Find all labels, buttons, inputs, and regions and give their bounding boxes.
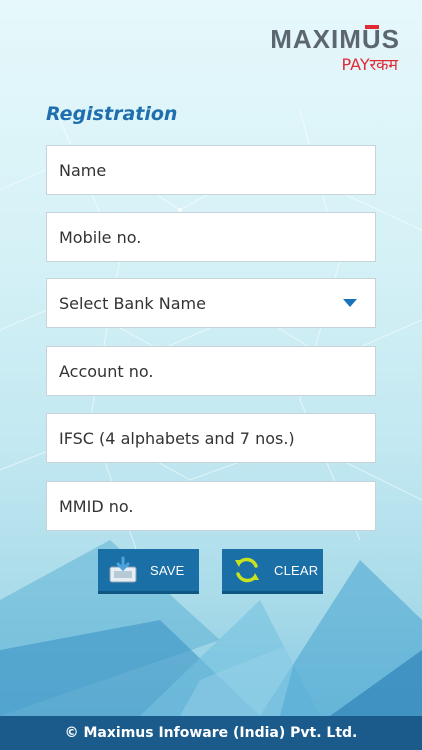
page-title: Registration <box>46 103 178 125</box>
brand-logo: MAXIMUS PAYरकम <box>270 25 400 75</box>
clear-button-label: CLEAR <box>274 562 319 578</box>
save-button-label: SAVE <box>150 562 185 578</box>
footer-copyright: © Maximus Infoware (India) Pvt. Ltd. <box>0 716 422 750</box>
account-input[interactable] <box>59 347 375 395</box>
mobile-field-container <box>46 212 376 262</box>
save-disk-icon <box>109 556 137 583</box>
brand-name: MAXIMUS <box>270 24 400 54</box>
clear-button[interactable]: CLEAR <box>222 549 323 594</box>
mmid-field-container <box>46 481 376 531</box>
ifsc-field-container <box>46 413 376 463</box>
brand-subtitle: PAYरकम <box>341 55 398 74</box>
mmid-input[interactable] <box>59 482 375 530</box>
account-field-container <box>46 346 376 396</box>
bank-select[interactable]: Select Bank Name <box>46 278 376 328</box>
save-button[interactable]: SAVE <box>98 549 199 594</box>
ifsc-input[interactable] <box>59 414 375 462</box>
mobile-input[interactable] <box>59 213 375 261</box>
caret-down-icon <box>343 299 357 307</box>
name-field-container <box>46 145 376 195</box>
refresh-arrows-icon <box>235 557 259 583</box>
name-input[interactable] <box>59 146 375 194</box>
bank-select-value: Select Bank Name <box>59 293 206 313</box>
